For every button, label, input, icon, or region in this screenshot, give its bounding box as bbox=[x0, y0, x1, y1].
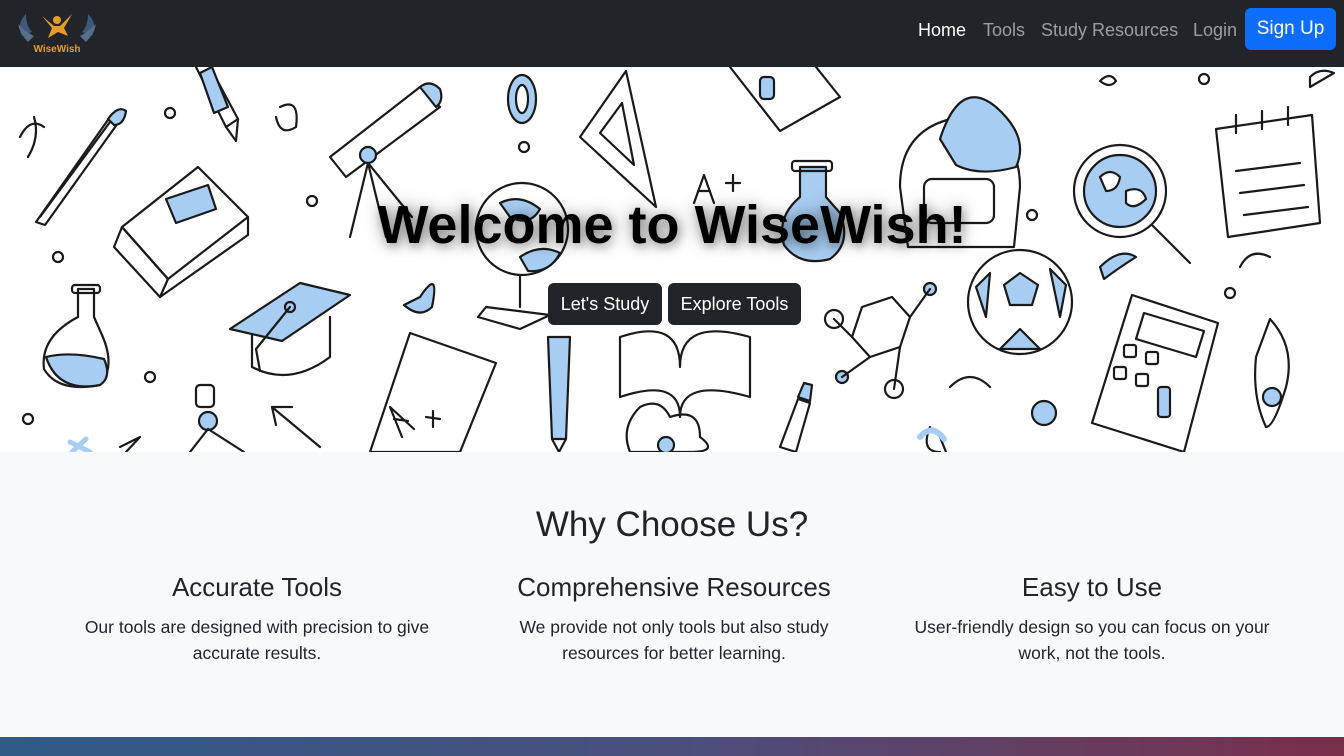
feature-description: We provide not only tools but also study… bbox=[519, 617, 829, 663]
feature-easy-to-use: Easy to Use User-friendly design so you … bbox=[902, 570, 1282, 666]
logo-text: WiseWish bbox=[33, 44, 80, 55]
hero-title: Welcome to WiseWish! bbox=[377, 195, 967, 255]
lets-study-button[interactable]: Let's Study bbox=[548, 283, 662, 325]
hero-section: Welcome to WiseWish! Let's Study Explore… bbox=[0, 67, 1344, 452]
hero-doodle-background bbox=[18, 67, 1336, 452]
feature-title: Easy to Use bbox=[1021, 572, 1163, 602]
next-section-strip bbox=[0, 737, 1344, 756]
feature-title: Comprehensive Resources bbox=[517, 572, 831, 602]
signup-button[interactable]: Sign Up bbox=[1245, 8, 1336, 50]
feature-title: Accurate Tools bbox=[171, 572, 343, 602]
nav-study-resources[interactable]: Study Resources bbox=[1041, 19, 1178, 41]
feature-comprehensive-resources: Comprehensive Resources We provide not o… bbox=[484, 570, 864, 666]
feature-accurate-tools: Accurate Tools Our tools are designed wi… bbox=[67, 570, 447, 666]
why-choose-us-title: Why Choose Us? bbox=[535, 505, 809, 544]
navbar: WiseWish Home Tools Study Resources Logi… bbox=[0, 0, 1344, 67]
feature-description: Our tools are designed with precision to… bbox=[84, 617, 430, 663]
wisewish-logo[interactable]: WiseWish bbox=[12, 6, 102, 58]
nav-home[interactable]: Home bbox=[918, 19, 966, 41]
explore-tools-button[interactable]: Explore Tools bbox=[668, 283, 801, 325]
feature-description: User-friendly design so you can focus on… bbox=[914, 617, 1270, 663]
nav-tools[interactable]: Tools bbox=[983, 19, 1025, 41]
nav-login[interactable]: Login bbox=[1193, 19, 1237, 41]
